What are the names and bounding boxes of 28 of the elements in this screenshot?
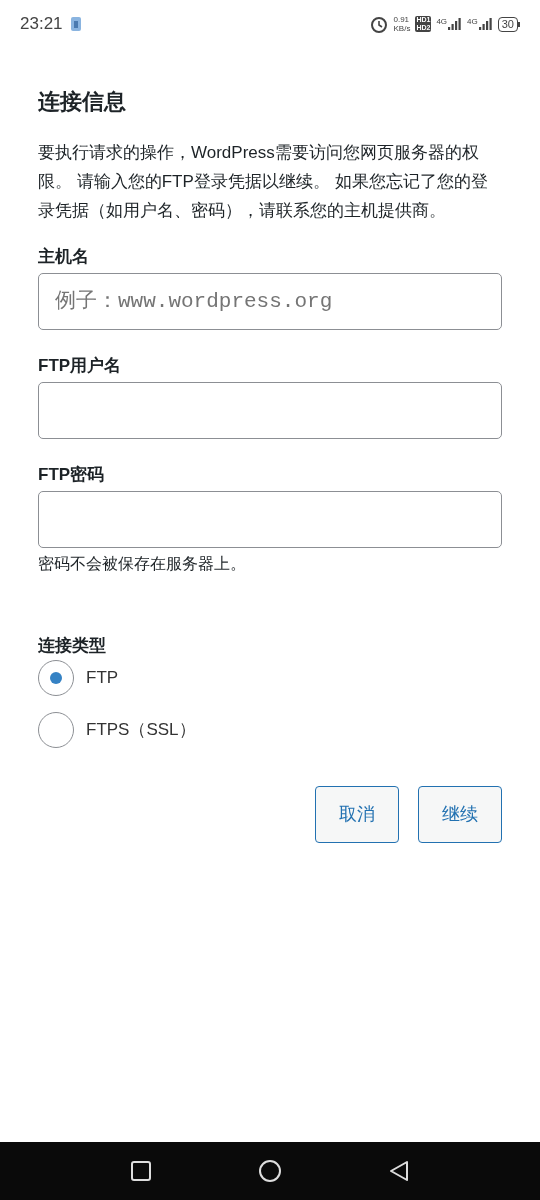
- field-hint: 密码不会被保存在服务器上。: [38, 554, 247, 574]
- home-icon[interactable]: [259, 1160, 281, 1182]
- signal-icon: [448, 18, 463, 30]
- square-icon[interactable]: [131, 1161, 151, 1181]
- sim-icon: [70, 17, 81, 31]
- radio-button[interactable]: [38, 712, 74, 748]
- input-field[interactable]: [38, 491, 502, 548]
- continue-button[interactable]: 继续: [418, 786, 502, 843]
- back-icon[interactable]: [389, 1160, 409, 1182]
- network-type: 4G: [436, 18, 448, 26]
- radio-label: FTP: [86, 667, 119, 690]
- page-title: 连接信息: [38, 88, 127, 116]
- field-label: 连接类型: [38, 635, 107, 657]
- field-label: 主机名: [38, 246, 90, 268]
- input-field[interactable]: 例子：www.wordpress.org: [38, 273, 502, 330]
- network-type: 4G: [467, 18, 478, 26]
- radio-button[interactable]: [38, 660, 74, 696]
- field-label: FTP密码: [38, 464, 106, 486]
- radio-label: FTPS（SSL）: [86, 719, 196, 742]
- clock-time: 23:21: [20, 13, 63, 36]
- network-speed-unit: KB/s: [393, 24, 411, 33]
- input-field[interactable]: [38, 382, 502, 439]
- cancel-button[interactable]: 取消: [315, 786, 399, 843]
- alarm-clock-icon: [370, 15, 389, 33]
- network-speed: 0.91: [393, 15, 411, 24]
- signal-icon: [478, 18, 493, 30]
- field-label: FTP用户名: [38, 355, 123, 377]
- intro-paragraph: 要执行请求的操作，WordPress需要访问您网页服务器的权限。 请输入您的FTP登录凭据以继续。 如果您忘记了您的登录凭据（如用户名、密码），请联系您的主机提供商。: [38, 142, 489, 222]
